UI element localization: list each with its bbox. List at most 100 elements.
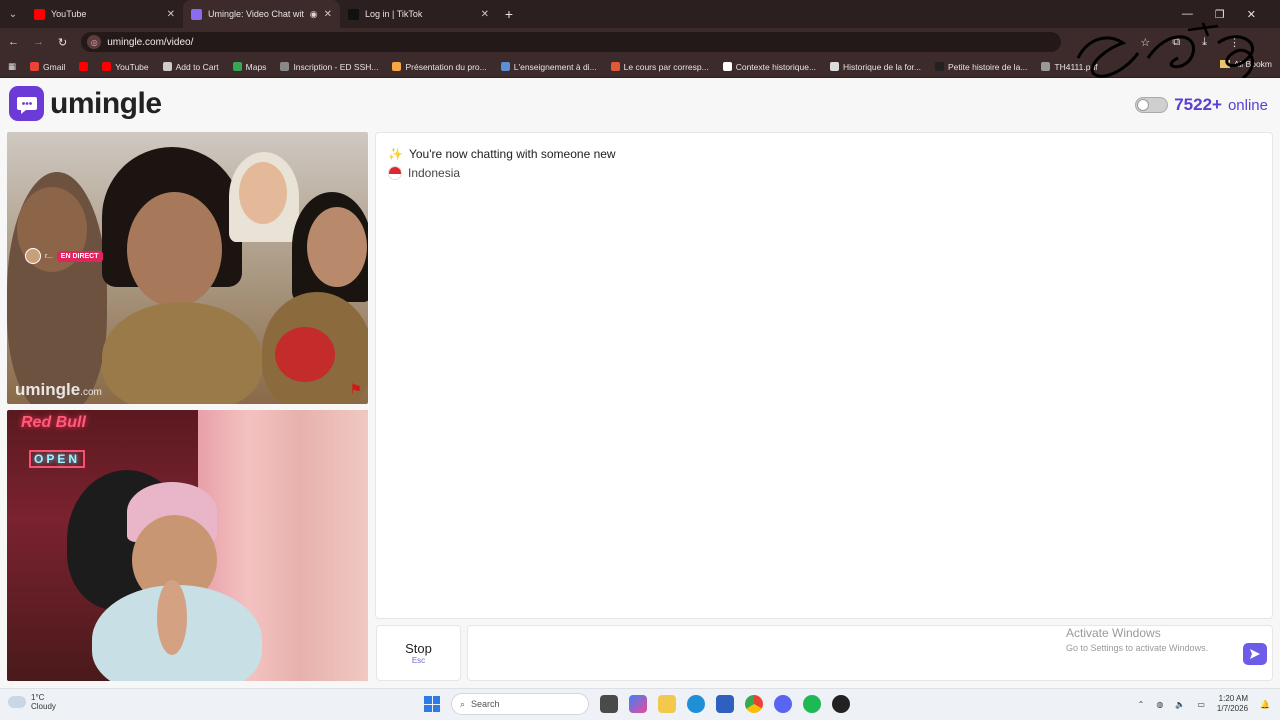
tab-close-icon[interactable]: ✕ — [481, 9, 489, 20]
all-bookmarks-button[interactable]: All Bookm — [1219, 59, 1272, 69]
site-name: umingle — [50, 86, 162, 120]
clock-time: 1:20 AM — [1218, 694, 1249, 703]
live-badge: EN DIRECT — [56, 250, 103, 262]
indonesia-flag-icon — [388, 166, 402, 180]
url-text: umingle.com/video/ — [107, 36, 194, 48]
system-message-text: You're now chatting with someone new — [408, 147, 616, 161]
bookmark-item[interactable]: Le cours par corresp... — [610, 62, 709, 72]
back-icon[interactable]: ← — [8, 36, 19, 48]
online-indicator: 7522+ online — [1135, 95, 1268, 115]
bookmark-item[interactable]: Contexte historique... — [722, 62, 816, 72]
bookmark-item[interactable]: Historique de la for... — [830, 62, 921, 72]
copilot-icon[interactable] — [629, 695, 647, 713]
network-icon[interactable]: ◍ — [1156, 700, 1163, 709]
cloud-icon — [8, 696, 26, 708]
download-icon[interactable]: ⤓ — [1202, 36, 1207, 49]
bookmark-item[interactable]: Petite histoire de la... — [935, 62, 1027, 72]
tiktok-favicon-icon — [348, 8, 359, 20]
avatar — [25, 248, 41, 264]
new-tab-button[interactable]: + — [497, 6, 521, 22]
reload-icon[interactable]: ↻ — [58, 36, 67, 49]
globe-icon — [610, 62, 620, 71]
remote-video: r... EN DIRECT umingle.com ⚑ — [7, 132, 368, 404]
obs-icon[interactable] — [832, 695, 850, 713]
book-icon — [830, 62, 840, 71]
site-logo[interactable]: umingle — [9, 86, 162, 121]
bookmark-star-icon[interactable]: ☆ — [1140, 36, 1150, 49]
system-clock[interactable]: 1:20 AM 1/7/2026 — [1217, 694, 1248, 714]
chat-bubble-icon — [9, 86, 44, 121]
edge-icon[interactable] — [687, 695, 705, 713]
online-count: 7522+ — [1174, 95, 1222, 114]
doc-icon — [500, 62, 510, 71]
country-name: Indonesia — [408, 166, 461, 180]
doc-icon — [935, 62, 944, 71]
system-message: ✨ You're now chatting with someone new — [388, 147, 616, 161]
discord-icon[interactable] — [774, 695, 792, 713]
send-button[interactable] — [1243, 643, 1267, 665]
activate-subtitle: Go to Settings to activate Windows. — [1066, 643, 1209, 653]
windows-start-icon[interactable] — [424, 696, 440, 712]
neon-open-sign: OPEN — [29, 450, 86, 468]
menu-icon[interactable]: ⋮ — [1229, 36, 1240, 49]
activate-title: Activate Windows — [1066, 626, 1161, 640]
bookmark-item[interactable]: YouTube — [102, 62, 149, 72]
bookmark-item[interactable]: Maps — [232, 62, 266, 72]
search-label: Search — [471, 699, 500, 709]
notification-icon[interactable]: 🔔 — [1260, 700, 1270, 709]
bookmark-item[interactable]: Add to Cart — [162, 62, 219, 72]
volume-icon[interactable]: 🔈 — [1175, 700, 1185, 709]
spotify-icon[interactable] — [803, 695, 821, 713]
extensions-icon[interactable]: ⧉ — [1172, 36, 1180, 49]
video-watermark: umingle.com — [15, 380, 102, 399]
stop-button[interactable]: Stop Esc — [376, 625, 461, 681]
globe-icon — [162, 62, 172, 71]
apps-grid-icon[interactable]: ▦ — [8, 61, 16, 72]
chevron-up-icon[interactable]: ⌃ — [1138, 700, 1145, 709]
report-flag-icon[interactable]: ⚑ — [349, 381, 362, 398]
tab-search-icon[interactable]: ⌄ — [0, 0, 26, 28]
bookmark-item[interactable] — [79, 62, 89, 71]
bookmark-item[interactable]: Présentation du pro... — [392, 62, 487, 72]
recording-icon: ◉ — [309, 8, 318, 19]
weather-widget[interactable]: 1°C Cloudy — [8, 693, 56, 711]
tab-title: YouTube — [51, 9, 87, 19]
tab-close-icon[interactable]: ✕ — [324, 9, 332, 20]
theme-toggle[interactable] — [1135, 97, 1169, 113]
bookmark-item[interactable]: L'enseignement à di... — [500, 62, 597, 72]
site-info-icon[interactable]: ◎ — [87, 35, 102, 49]
battery-icon[interactable]: ▭ — [1197, 700, 1205, 709]
file-explorer-icon[interactable] — [658, 695, 676, 713]
bookmark-item[interactable]: TH4111.pdf — [1041, 62, 1098, 72]
store-icon[interactable] — [716, 695, 734, 713]
chat-panel: ✨ You're now chatting with someone new I… — [375, 132, 1273, 619]
tab-youtube[interactable]: YouTube ✕ — [26, 0, 183, 28]
task-view-icon[interactable] — [600, 695, 618, 713]
tab-close-icon[interactable]: ✕ — [167, 9, 175, 20]
youtube-favicon-icon — [34, 8, 45, 20]
self-video: Red Bull OPEN — [7, 410, 368, 681]
youtube-icon — [102, 62, 112, 71]
online-label: online — [1227, 96, 1268, 114]
live-overlay: r... EN DIRECT — [25, 248, 103, 264]
bookmark-item[interactable]: Inscription - ED SSH... — [280, 62, 378, 72]
maximize-icon[interactable]: ❐ — [1215, 8, 1225, 21]
forward-icon[interactable]: → — [33, 36, 44, 48]
tab-title: Log in | TikTok — [365, 9, 423, 19]
neon-sign: Red Bull — [21, 414, 86, 431]
globe-icon — [280, 62, 290, 71]
minimize-icon[interactable]: — — [1182, 8, 1193, 20]
tab-umingle[interactable]: Umingle: Video Chat with S ◉ ✕ — [183, 0, 340, 28]
tab-tiktok[interactable]: Log in | TikTok ✕ — [340, 0, 497, 28]
bookmarks-bar: ▦ Gmail YouTube Add to Cart Maps Inscrip… — [0, 56, 1280, 78]
close-window-icon[interactable]: ✕ — [1247, 8, 1256, 21]
bookmark-item[interactable]: Gmail — [30, 62, 65, 72]
chrome-icon[interactable] — [745, 695, 763, 713]
tab-title: Umingle: Video Chat with S — [208, 9, 304, 19]
url-input[interactable]: ◎ umingle.com/video/ — [81, 32, 1062, 52]
taskbar-search[interactable]: ⌕ Search — [451, 693, 589, 715]
windows-taskbar: 1°C Cloudy ⌕ Search ⌃ ◍ 🔈 ▭ 1:20 AM 1/7/… — [0, 688, 1280, 720]
clock-date: 1/7/2026 — [1216, 704, 1249, 713]
activate-windows-watermark: Activate Windows Go to Settings to activ… — [1066, 626, 1208, 653]
send-icon — [1250, 649, 1260, 659]
